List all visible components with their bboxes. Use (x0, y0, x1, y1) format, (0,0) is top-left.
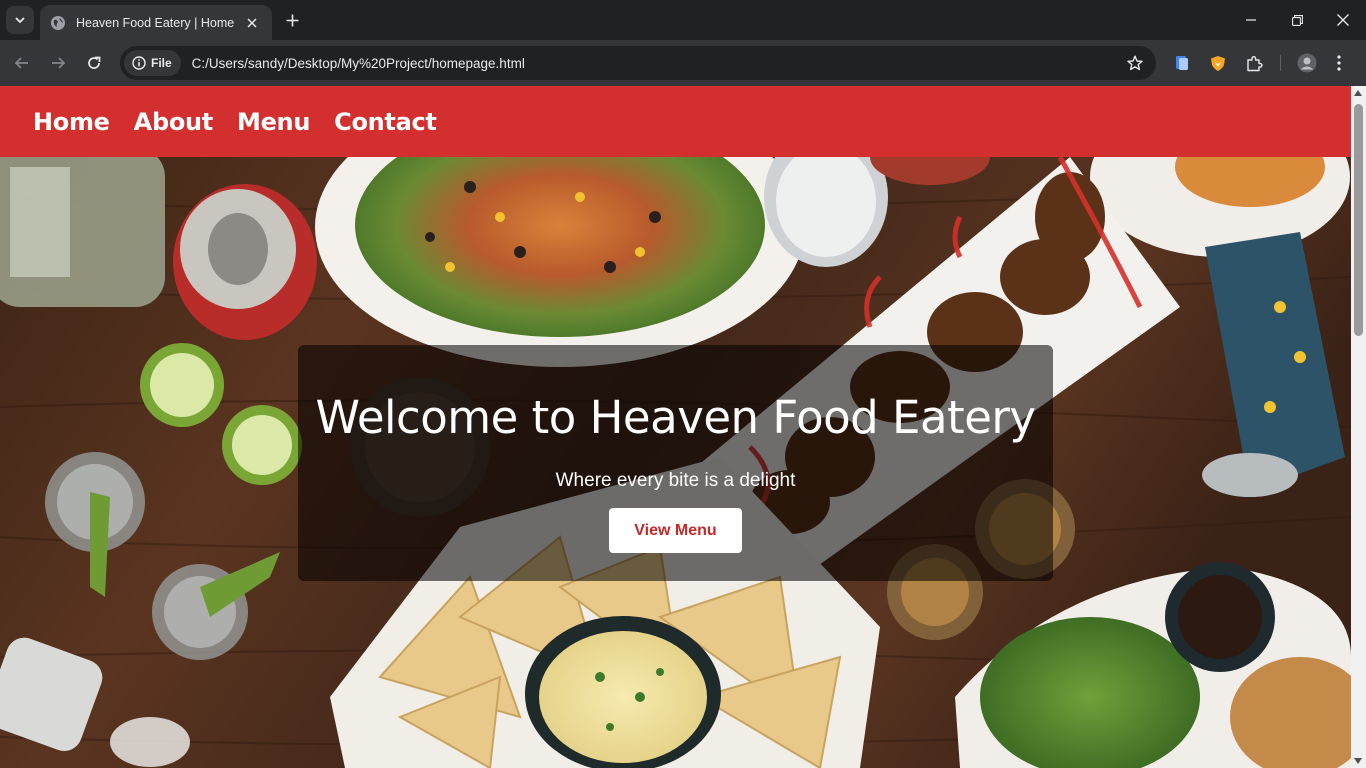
browser-menu-button[interactable] (1325, 49, 1353, 77)
more-vertical-icon (1337, 55, 1341, 71)
extension-docs-button[interactable] (1168, 49, 1196, 77)
puzzle-icon (1246, 55, 1263, 71)
avatar-icon (1297, 53, 1317, 73)
scroll-down-arrow-icon[interactable] (1354, 758, 1362, 764)
hero-section: Welcome to Heaven Food Eatery Where ever… (0, 157, 1351, 768)
reload-icon (88, 56, 101, 69)
nav-link-about[interactable]: About (134, 108, 214, 136)
view-menu-button[interactable]: View Menu (609, 508, 742, 553)
star-icon (1127, 55, 1143, 71)
hero-card: Welcome to Heaven Food Eatery Where ever… (298, 345, 1053, 581)
shield-icon (1211, 55, 1225, 71)
tab-strip: Heaven Food Eatery | Home (0, 0, 1366, 40)
reload-button[interactable] (80, 49, 108, 77)
minimize-icon (1246, 19, 1256, 21)
hero-title: Welcome to Heaven Food Eatery (315, 391, 1036, 444)
arrow-left-icon (14, 57, 28, 69)
address-bar[interactable]: File C:/Users/sandy/Desktop/My%20Project… (120, 46, 1156, 80)
document-icon (1176, 56, 1188, 70)
back-button[interactable] (8, 49, 36, 77)
scroll-up-arrow-icon[interactable] (1354, 90, 1362, 96)
restore-button[interactable] (1283, 6, 1311, 34)
active-tab[interactable]: Heaven Food Eatery | Home (40, 5, 272, 40)
toolbar-separator (1280, 55, 1281, 71)
tab-title: Heaven Food Eatery | Home (76, 15, 235, 30)
close-icon (247, 17, 257, 28)
nav-link-menu[interactable]: Menu (237, 108, 310, 136)
minimize-button[interactable] (1237, 6, 1265, 34)
profile-button[interactable] (1293, 49, 1321, 77)
site-info-chip[interactable]: File (124, 50, 181, 76)
hero-subtitle: Where every bite is a delight (555, 470, 796, 491)
page-scrollbar[interactable] (1351, 86, 1366, 768)
tab-search-button[interactable] (6, 6, 34, 34)
bookmark-button[interactable] (1120, 48, 1150, 78)
plus-icon (286, 14, 298, 26)
url-text[interactable]: C:/Users/sandy/Desktop/My%20Project/home… (192, 56, 1120, 71)
nav-link-contact[interactable]: Contact (334, 108, 437, 136)
site-navbar: Home About Menu Contact (0, 86, 1351, 157)
scrollbar-thumb[interactable] (1354, 104, 1363, 336)
close-tab-button[interactable] (242, 13, 262, 33)
globe-icon (51, 15, 65, 30)
site-chip-label: File (151, 56, 172, 70)
new-tab-button[interactable] (280, 8, 304, 32)
chevron-down-icon (15, 17, 25, 24)
browser-toolbar: File C:/Users/sandy/Desktop/My%20Project… (0, 40, 1366, 86)
arrow-right-icon (52, 57, 66, 69)
forward-button[interactable] (44, 49, 72, 77)
extensions-button[interactable] (1240, 49, 1268, 77)
nav-link-home[interactable]: Home (33, 108, 110, 136)
restore-icon (1291, 14, 1303, 26)
close-window-button[interactable] (1329, 6, 1357, 34)
info-icon (132, 56, 146, 70)
extension-shield-button[interactable] (1204, 49, 1232, 77)
close-icon (1337, 14, 1349, 26)
page-viewport: Home About Menu Contact Welcome to Heave… (0, 86, 1351, 768)
